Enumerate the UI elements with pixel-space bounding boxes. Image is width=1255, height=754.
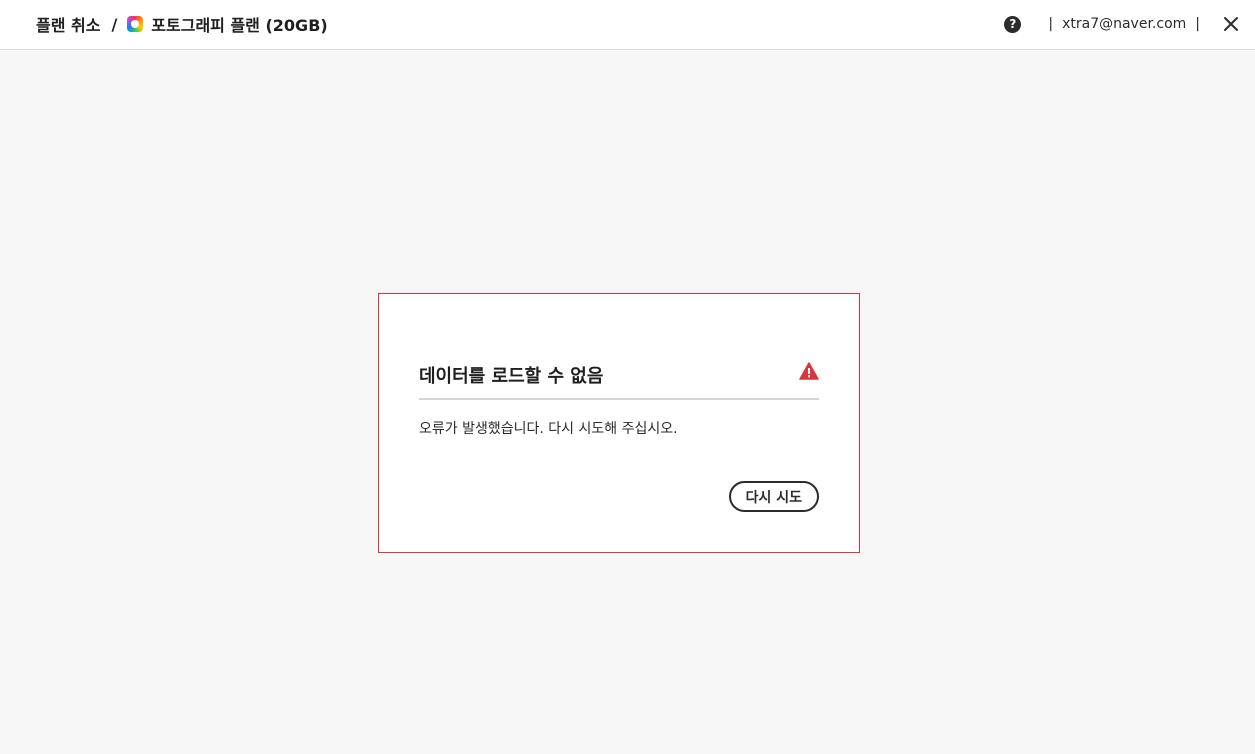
dialog-title: 데이터를 로드할 수 없음: [419, 366, 604, 387]
close-icon[interactable]: [1223, 16, 1239, 32]
dialog-header: 데이터를 로드할 수 없음: [419, 360, 819, 400]
alert-icon: [799, 362, 819, 380]
header-divider: |: [1195, 16, 1200, 32]
breadcrumb-cancel-plan[interactable]: 플랜 취소: [36, 12, 100, 36]
page-title: 포토그래피 플랜 (20GB): [151, 16, 328, 35]
help-icon[interactable]: ?: [1004, 15, 1022, 33]
user-email[interactable]: xtra7@naver.com: [1062, 16, 1186, 32]
header-actions: ? | xtra7@naver.com |: [1004, 12, 1239, 36]
top-bar: 플랜 취소 / 포토그래피 플랜 (20GB) ? | xtra7@naver.…: [0, 0, 1255, 50]
error-dialog: 데이터를 로드할 수 없음 오류가 발생했습니다. 다시 시도해 주십시오. 다…: [378, 293, 860, 553]
breadcrumb-separator: /: [111, 14, 118, 34]
header-divider: |: [1048, 16, 1054, 32]
error-message: 오류가 발생했습니다. 다시 시도해 주십시오.: [419, 421, 678, 437]
breadcrumb: 플랜 취소 / 포토그래피 플랜 (20GB): [36, 12, 328, 36]
creative-cloud-icon: [127, 16, 144, 32]
retry-button[interactable]: 다시 시도: [728, 481, 819, 512]
